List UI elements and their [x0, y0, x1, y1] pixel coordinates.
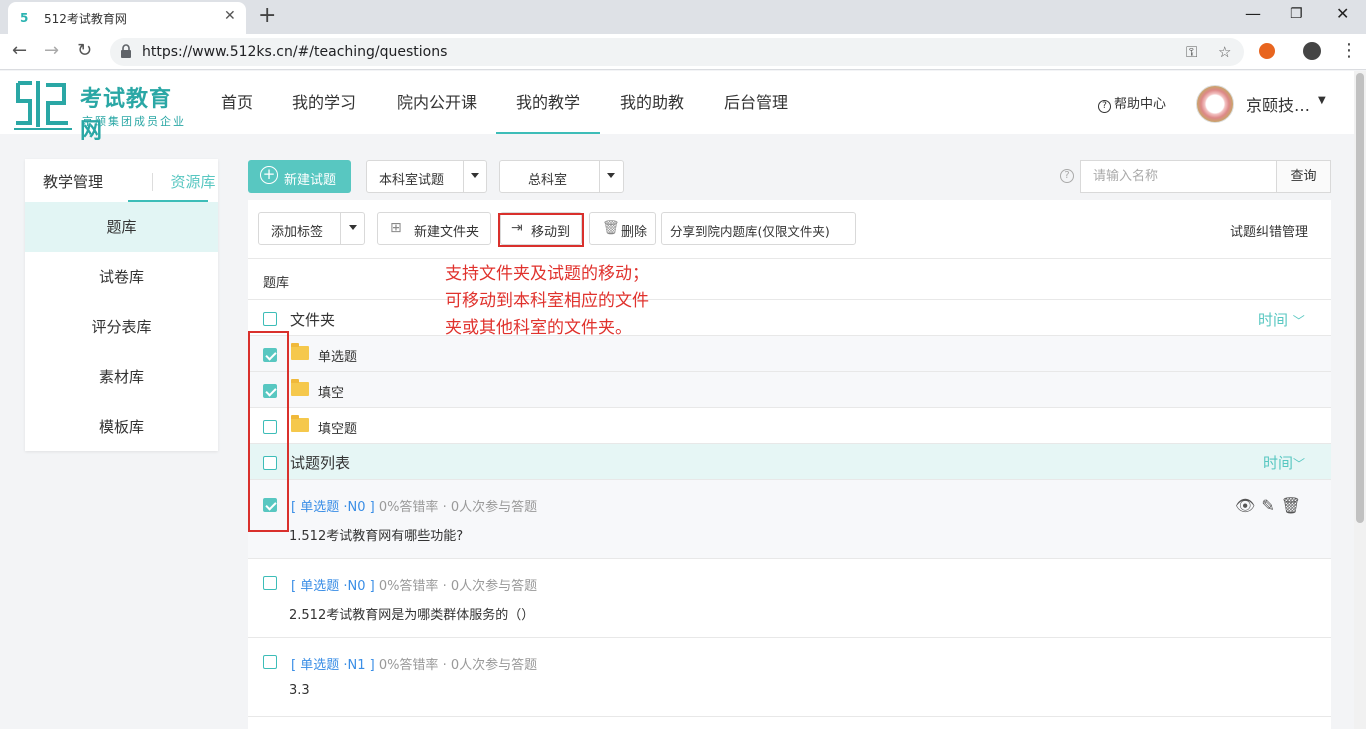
question-stats: 0%答错率 · 0人次参与答题: [378, 658, 538, 673]
tab-resource-library[interactable]: 资源库: [143, 171, 243, 192]
folder-icon: [291, 415, 309, 432]
question-checkbox[interactable]: [263, 655, 277, 669]
edit-icon[interactable]: ✎: [1261, 496, 1274, 515]
main-content: + 新建试题 本科室试题 总科室 ? 查询 添加标签 ⊞ 新建文件夹 ⇥ 移动到…: [248, 159, 1331, 729]
folder-icon: [291, 343, 309, 360]
question-stats: 0%答错率 · 0人次参与答题: [378, 500, 538, 515]
question-stats: 0%答错率 · 0人次参与答题: [378, 579, 538, 594]
sidebar-item-rubric-bank[interactable]: 评分表库: [25, 302, 218, 352]
chevron-down-icon: [349, 225, 357, 230]
question-text: 2.512考试教育网是为哪类群体服务的（）: [289, 608, 535, 623]
question-type-tag: [ 单选题 ·N1 ]: [291, 658, 375, 673]
preview-eye-icon[interactable]: 👁: [1235, 496, 1255, 515]
question-sort-by-time[interactable]: 时间﹀: [1263, 452, 1305, 473]
new-folder-icon: ⊞: [390, 220, 402, 236]
username[interactable]: 京颐技…: [1246, 92, 1310, 116]
close-tab-icon[interactable]: ✕: [224, 8, 236, 24]
avatar[interactable]: [1196, 85, 1234, 123]
checkbox-column-highlight: [248, 331, 289, 532]
browser-tab[interactable]: 5 512考试教育网 ✕: [8, 2, 246, 34]
question-text: 1.512考试教育网有哪些功能?: [289, 529, 464, 544]
new-question-button[interactable]: + 新建试题: [248, 160, 351, 193]
sidebar-item-paper-bank[interactable]: 试卷库: [25, 252, 218, 302]
sidebar-item-material-bank[interactable]: 素材库: [25, 352, 218, 402]
scrollbar-thumb[interactable]: [1356, 73, 1364, 523]
question-row[interactable]: [ 单选题 ·N0 ] 0%答错率 · 0人次参与答题 1.512考试教育网有哪…: [248, 480, 1331, 559]
new-tab-icon[interactable]: +: [258, 4, 276, 28]
question-text: 3.3: [289, 683, 310, 698]
department-select[interactable]: 总科室: [499, 160, 624, 193]
nav-admin[interactable]: 后台管理: [723, 71, 789, 134]
resource-sidebar: 教学管理 资源库 题库 试卷库 评分表库 素材库 模板库: [25, 159, 218, 451]
sidebar-item-template-bank[interactable]: 模板库: [25, 402, 218, 452]
logo-subtitle: 京颐集团成员企业: [82, 115, 186, 128]
page-scrollbar[interactable]: [1354, 71, 1366, 729]
minimize-icon[interactable]: —: [1245, 4, 1261, 23]
key-icon[interactable]: ⚿: [1186, 43, 1197, 61]
question-type-tag: [ 单选题 ·N0 ]: [291, 579, 375, 594]
nav-my-assistant[interactable]: 我的助教: [619, 71, 685, 134]
question-checkbox[interactable]: [263, 576, 277, 590]
back-icon[interactable]: ←: [12, 41, 27, 61]
nav-home[interactable]: 首页: [220, 71, 254, 134]
forward-icon[interactable]: →: [44, 41, 59, 61]
new-folder-button[interactable]: ⊞ 新建文件夹: [377, 212, 491, 245]
folder-icon: [291, 379, 309, 396]
question-list-header: 试题列表 时间﹀: [248, 444, 1331, 479]
restore-icon[interactable]: ❐: [1290, 6, 1303, 22]
extension-icon[interactable]: [1259, 43, 1275, 59]
chevron-down-icon: ﹀: [1292, 314, 1305, 328]
scope-select[interactable]: 本科室试题: [366, 160, 487, 193]
folder-row[interactable]: 填空题: [248, 408, 1331, 444]
user-menu-caret-icon[interactable]: ▼: [1318, 95, 1326, 106]
move-to-highlight: [498, 213, 584, 247]
folder-row[interactable]: 填空: [248, 372, 1331, 408]
tab-teaching-management[interactable]: 教学管理: [43, 171, 103, 192]
chevron-down-icon: [471, 173, 479, 178]
trash-icon: 🗑: [602, 220, 620, 236]
question-panel: 添加标签 ⊞ 新建文件夹 ⇥ 移动到 🗑 删除 分享到院内题库(仅限文件夹) 试…: [248, 200, 1331, 729]
site-header: 考试教育网 京颐集团成员企业 首页 我的学习 院内公开课 我的教学 我的助教 后…: [0, 71, 1354, 144]
question-help-icon[interactable]: ?: [1060, 169, 1074, 183]
nav-my-teaching[interactable]: 我的教学: [496, 71, 600, 134]
window-close-icon[interactable]: ✕: [1336, 4, 1349, 23]
search-input[interactable]: [1080, 160, 1278, 193]
url-omnibox[interactable]: https://www.512ks.cn/#/teaching/question…: [110, 38, 1244, 66]
sidebar-item-question-bank[interactable]: 题库: [25, 202, 218, 252]
annotation-note: 支持文件夹及试题的移动； 可移动到本科室相应的文件 夹或其他科室的文件夹。: [445, 264, 649, 338]
tab-title: 512考试教育网: [44, 12, 127, 26]
reload-icon[interactable]: ↻: [77, 41, 92, 61]
site-favicon-icon: 5: [20, 11, 29, 25]
question-type-tag: [ 单选题 ·N0 ]: [291, 500, 375, 515]
browser-tab-bar: 5 512考试教育网 ✕ + — ❐ ✕: [0, 0, 1366, 34]
url-text: https://www.512ks.cn/#/teaching/question…: [142, 44, 448, 60]
folder-sort-by-time[interactable]: 时间 ﹀: [1258, 309, 1305, 330]
delete-button[interactable]: 🗑 删除: [589, 212, 656, 245]
plus-icon: +: [260, 166, 278, 184]
trash-icon[interactable]: 🗑: [1281, 496, 1301, 515]
add-tag-dropdown[interactable]: 添加标签: [258, 212, 365, 245]
bookmark-star-icon[interactable]: ☆: [1218, 43, 1231, 61]
help-icon: ?: [1098, 100, 1111, 113]
folder-row[interactable]: 单选题: [248, 336, 1331, 372]
browser-menu-icon[interactable]: ⋮: [1340, 40, 1358, 61]
search-button[interactable]: 查询: [1276, 160, 1331, 193]
site-logo[interactable]: 考试教育网 京颐集团成员企业: [14, 77, 194, 144]
profile-icon[interactable]: [1303, 42, 1321, 60]
question-bank-label: 题库: [263, 276, 290, 291]
chevron-down-icon: ﹀: [1293, 457, 1306, 471]
question-error-management-link[interactable]: 试题纠错管理: [1230, 221, 1308, 240]
help-center-link[interactable]: ? 帮助中心: [1098, 93, 1166, 113]
nav-open-courses[interactable]: 院内公开课: [396, 71, 478, 134]
nav-my-learning[interactable]: 我的学习: [291, 71, 357, 134]
logo-mark-icon: [14, 81, 72, 130]
lock-icon: [121, 44, 131, 58]
question-row[interactable]: [ 单选题 ·N0 ] 0%答错率 · 0人次参与答题 2.512考试教育网是为…: [248, 559, 1331, 638]
share-to-hospital-bank-button[interactable]: 分享到院内题库(仅限文件夹): [661, 212, 856, 245]
folder-header: 文件夹: [290, 311, 336, 329]
question-row[interactable]: [ 单选题 ·N1 ] 0%答错率 · 0人次参与答题 3.3: [248, 638, 1331, 717]
chevron-down-icon: [607, 173, 615, 178]
address-bar: ← → ↻ https://www.512ks.cn/#/teaching/qu…: [0, 34, 1366, 70]
select-all-folders-checkbox[interactable]: [263, 312, 277, 326]
